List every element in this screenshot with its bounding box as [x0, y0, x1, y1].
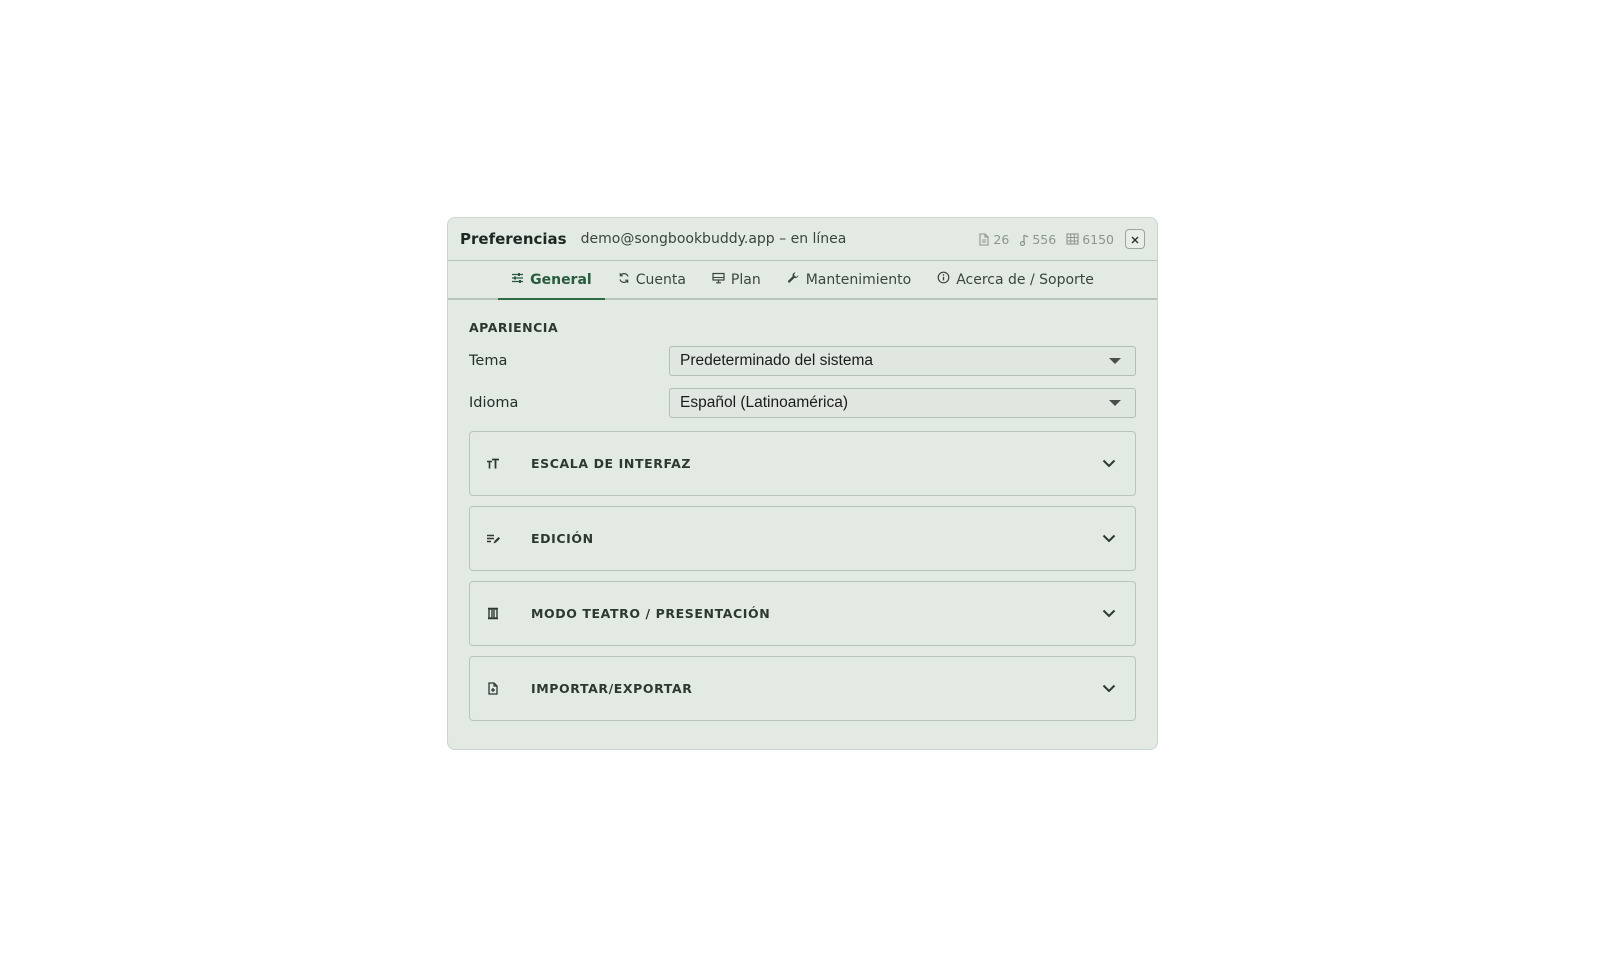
chevron-down-icon	[1102, 534, 1116, 543]
panel-import-export[interactable]: IMPORTAR/EXPORTAR	[469, 656, 1136, 721]
tab-cuenta[interactable]: Cuenta	[605, 261, 699, 298]
general-content: APARIENCIA Tema Predeterminado del siste…	[448, 300, 1157, 721]
stat-items: 6150	[1066, 232, 1114, 247]
grid-icon	[1066, 233, 1079, 245]
info-icon	[937, 271, 950, 288]
panel-ui-scale-label: ESCALA DE INTERFAZ	[531, 456, 692, 471]
panel-theater-mode-label: MODO TEATRO / PRESENTACIÓN	[531, 606, 771, 621]
language-select[interactable]: Español (Latinoamérica)	[669, 388, 1136, 418]
text-size-icon	[485, 456, 501, 472]
chevron-down-icon	[1102, 459, 1116, 468]
tab-plan[interactable]: Plan	[699, 261, 774, 298]
music-note-icon	[1019, 233, 1029, 246]
chevron-down-icon	[1102, 609, 1116, 618]
stats-bar: 26 556 6150	[978, 232, 1114, 247]
preferences-dialog: Preferencias demo@songbookbuddy.app – en…	[447, 217, 1158, 750]
dialog-title: Preferencias	[460, 230, 567, 248]
section-title-appearance: APARIENCIA	[469, 320, 559, 335]
account-status: demo@songbookbuddy.app – en línea	[580, 231, 847, 247]
theme-row: Tema Predeterminado del sistema	[469, 345, 1136, 377]
monitor-icon	[712, 272, 725, 288]
tab-plan-label: Plan	[730, 271, 761, 288]
panel-import-export-label: IMPORTAR/EXPORTAR	[531, 681, 693, 696]
chevron-down-icon	[1102, 684, 1116, 693]
panel-ui-scale[interactable]: ESCALA DE INTERFAZ	[469, 431, 1136, 496]
stat-documents-value: 26	[993, 231, 1010, 247]
language-label: Idioma	[469, 395, 519, 411]
panel-editing[interactable]: EDICIÓN	[469, 506, 1136, 571]
sliders-icon	[511, 272, 524, 288]
close-icon	[1130, 230, 1140, 249]
wrench-icon	[787, 271, 800, 288]
panel-theater-mode[interactable]: MODO TEATRO / PRESENTACIÓN	[469, 581, 1136, 646]
theme-select-value: Predeterminado del sistema	[680, 352, 873, 369]
tab-mantenimiento-label: Mantenimiento	[805, 271, 912, 288]
tab-acerca-de-label: Acerca de / Soporte	[956, 271, 1094, 288]
document-icon	[978, 232, 990, 246]
tab-general-label: General	[530, 271, 592, 288]
tab-mantenimiento[interactable]: Mantenimiento	[774, 261, 924, 298]
sync-icon	[618, 272, 630, 288]
theater-icon	[485, 606, 501, 622]
tab-general[interactable]: General	[498, 261, 605, 300]
panel-editing-label: EDICIÓN	[531, 531, 594, 546]
language-row: Idioma Español (Latinoamérica)	[469, 387, 1136, 419]
language-select-value: Español (Latinoamérica)	[680, 394, 849, 411]
stat-documents: 26	[978, 232, 1009, 247]
stat-songs-value: 556	[1032, 231, 1057, 247]
tab-cuenta-label: Cuenta	[635, 271, 686, 288]
caret-down-icon	[1109, 358, 1121, 364]
theme-select[interactable]: Predeterminado del sistema	[669, 346, 1136, 376]
theme-label: Tema	[469, 353, 508, 369]
file-import-icon	[485, 681, 501, 697]
edit-text-icon	[485, 531, 501, 547]
caret-down-icon	[1109, 400, 1121, 406]
tab-acerca-de[interactable]: Acerca de / Soporte	[924, 261, 1107, 298]
stat-songs: 556	[1019, 232, 1056, 247]
stat-items-value: 6150	[1082, 231, 1114, 247]
tab-bar: General Cuenta Plan Mantenimiento Acerca…	[448, 261, 1157, 300]
settings-panels: ESCALA DE INTERFAZ EDICIÓN MODO TEATRO /	[469, 431, 1136, 721]
dialog-header: Preferencias demo@songbookbuddy.app – en…	[448, 218, 1157, 261]
close-button[interactable]	[1125, 229, 1145, 249]
